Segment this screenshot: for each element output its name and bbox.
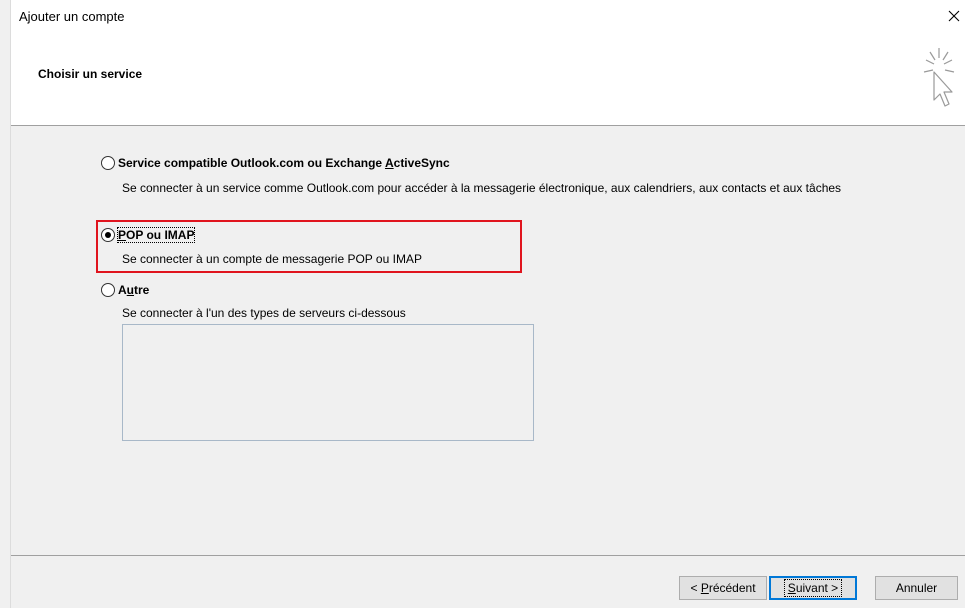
option-pop-imap[interactable]: POP ou IMAP [101, 227, 196, 243]
content-area: Service compatible Outlook.com ou Exchan… [11, 127, 965, 555]
wizard-header: Choisir un service [11, 32, 965, 126]
option-other[interactable]: Autre [101, 283, 149, 297]
page-title: Choisir un service [38, 67, 143, 81]
option-activesync-label: Service compatible Outlook.com ou Exchan… [118, 156, 450, 170]
close-icon[interactable] [942, 4, 965, 28]
cancel-button[interactable]: Annuler [875, 576, 958, 600]
option-activesync-description: Se connecter à un service comme Outlook.… [122, 181, 842, 195]
option-other-label: Autre [118, 283, 150, 297]
option-other-description: Se connecter à l'un des types de serveur… [122, 306, 406, 320]
radio-other[interactable] [101, 283, 115, 297]
next-button[interactable]: Suivant > [769, 576, 857, 600]
server-type-list[interactable] [122, 324, 534, 441]
add-account-dialog: Ajouter un compte Choisir un service Ser… [10, 0, 965, 608]
radio-pop-imap[interactable] [101, 228, 115, 242]
footer: < Précédent Suivant > Annuler [11, 556, 965, 608]
option-activesync[interactable]: Service compatible Outlook.com ou Exchan… [101, 156, 450, 170]
option-pop-imap-description: Se connecter à un compte de messagerie P… [122, 252, 422, 266]
option-pop-imap-label: POP ou IMAP [116, 227, 196, 243]
previous-button[interactable]: < Précédent [679, 576, 767, 600]
radio-activesync[interactable] [101, 156, 115, 170]
title-bar: Ajouter un compte [11, 0, 965, 32]
cursor-sparkle-icon [923, 48, 955, 107]
window-title: Ajouter un compte [19, 9, 125, 24]
